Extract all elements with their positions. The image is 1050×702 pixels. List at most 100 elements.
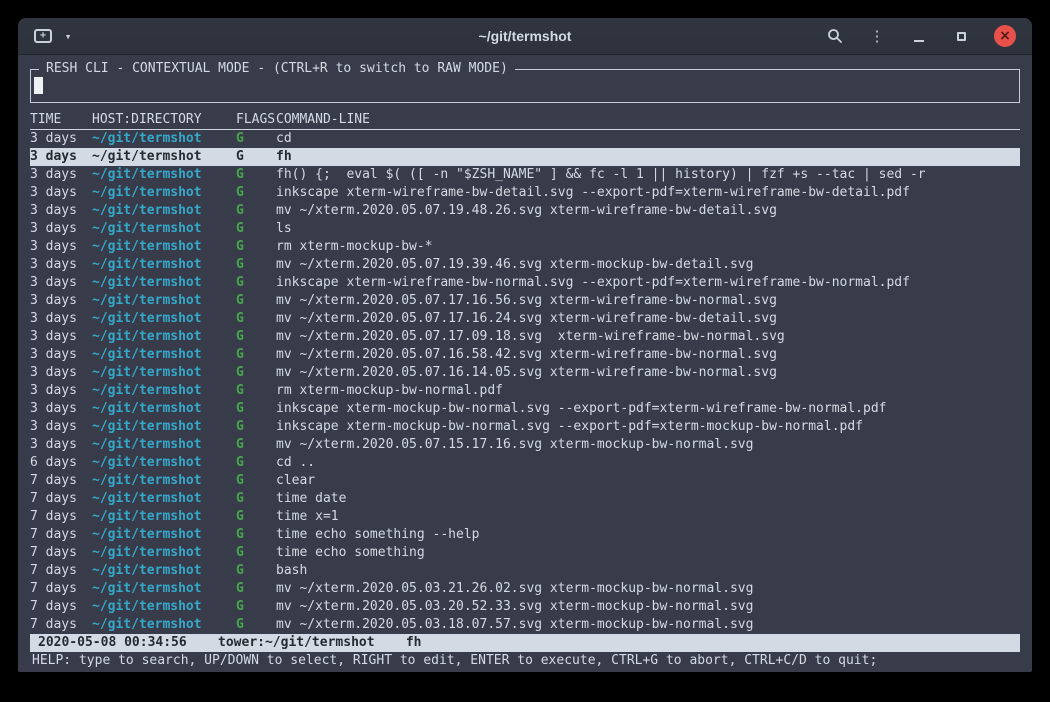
row-host: ~/git/termshot — [92, 148, 236, 166]
search-button[interactable] — [826, 25, 844, 47]
row-command: mv ~/xterm.2020.05.07.19.48.26.svg xterm… — [276, 202, 1020, 220]
row-time: 7 days — [30, 544, 92, 562]
row-flags: G — [236, 256, 276, 274]
row-host: ~/git/termshot — [92, 490, 236, 508]
history-row[interactable]: 3 days~/git/termshotGinkscape xterm-mock… — [30, 418, 1020, 436]
row-host: ~/git/termshot — [92, 166, 236, 184]
history-row[interactable]: 3 days~/git/termshotGls — [30, 220, 1020, 238]
history-row[interactable]: 3 days~/git/termshotGcd — [30, 130, 1020, 148]
row-command: rm xterm-mockup-bw-normal.pdf — [276, 382, 1020, 400]
row-command: rm xterm-mockup-bw-* — [276, 238, 1020, 256]
row-command: inkscape xterm-wireframe-bw-normal.svg -… — [276, 274, 1020, 292]
row-command: time echo something --help — [276, 526, 1020, 544]
titlebar: + ▾ ~/git/termshot ⋮ — [18, 18, 1032, 55]
row-flags: G — [236, 436, 276, 454]
tab-list-dropdown[interactable]: ▾ — [59, 25, 77, 47]
header-time: TIME — [30, 111, 92, 129]
row-host: ~/git/termshot — [92, 436, 236, 454]
row-host: ~/git/termshot — [92, 130, 236, 148]
history-row[interactable]: 3 days~/git/termshotGmv ~/xterm.2020.05.… — [30, 202, 1020, 220]
row-flags: G — [236, 364, 276, 382]
row-command: fh — [276, 148, 1020, 166]
history-row[interactable]: 3 days~/git/termshotGinkscape xterm-wire… — [30, 184, 1020, 202]
history-row[interactable]: 3 days~/git/termshotGfh — [30, 148, 1020, 166]
history-row[interactable]: 7 days~/git/termshotGbash — [30, 562, 1020, 580]
row-flags: G — [236, 490, 276, 508]
history-row[interactable]: 3 days~/git/termshotGrm xterm-mockup-bw-… — [30, 238, 1020, 256]
row-host: ~/git/termshot — [92, 292, 236, 310]
history-row[interactable]: 3 days~/git/termshotGmv ~/xterm.2020.05.… — [30, 310, 1020, 328]
row-host: ~/git/termshot — [92, 310, 236, 328]
history-row[interactable]: 3 days~/git/termshotGrm xterm-mockup-bw-… — [30, 382, 1020, 400]
new-tab-button[interactable]: + — [34, 25, 52, 47]
row-command: ls — [276, 220, 1020, 238]
row-host: ~/git/termshot — [92, 382, 236, 400]
row-host: ~/git/termshot — [92, 454, 236, 472]
row-command: cd .. — [276, 454, 1020, 472]
row-flags: G — [236, 598, 276, 616]
history-row[interactable]: 3 days~/git/termshotGmv ~/xterm.2020.05.… — [30, 256, 1020, 274]
header-flags: FLAGS — [236, 111, 276, 129]
row-time: 7 days — [30, 472, 92, 490]
row-command: inkscape xterm-mockup-bw-normal.svg --ex… — [276, 400, 1020, 418]
row-host: ~/git/termshot — [92, 364, 236, 382]
minimize-button[interactable] — [910, 25, 928, 47]
row-flags: G — [236, 382, 276, 400]
history-row[interactable]: 3 days~/git/termshotGmv ~/xterm.2020.05.… — [30, 328, 1020, 346]
history-rows: 3 days~/git/termshotGcd3 days~/git/terms… — [30, 130, 1020, 634]
row-command: mv ~/xterm.2020.05.03.21.26.02.svg xterm… — [276, 580, 1020, 598]
row-flags: G — [236, 328, 276, 346]
row-time: 3 days — [30, 364, 92, 382]
row-command: mv ~/xterm.2020.05.07.17.09.18.svg xterm… — [276, 328, 1020, 346]
history-row[interactable]: 3 days~/git/termshotGinkscape xterm-wire… — [30, 274, 1020, 292]
close-icon: × — [999, 29, 1011, 43]
search-box-title: RESH CLI - CONTEXTUAL MODE - (CTRL+R to … — [39, 60, 515, 78]
history-row[interactable]: 3 days~/git/termshotGmv ~/xterm.2020.05.… — [30, 364, 1020, 382]
history-row[interactable]: 7 days~/git/termshotGtime x=1 — [30, 508, 1020, 526]
row-time: 3 days — [30, 418, 92, 436]
kebab-menu-icon: ⋮ — [870, 29, 885, 44]
row-flags: G — [236, 418, 276, 436]
row-flags: G — [236, 184, 276, 202]
history-row[interactable]: 6 days~/git/termshotGcd .. — [30, 454, 1020, 472]
row-flags: G — [236, 220, 276, 238]
history-row[interactable]: 7 days~/git/termshotGtime echo something — [30, 544, 1020, 562]
history-row[interactable]: 3 days~/git/termshotGmv ~/xterm.2020.05.… — [30, 292, 1020, 310]
row-host: ~/git/termshot — [92, 472, 236, 490]
search-box[interactable]: RESH CLI - CONTEXTUAL MODE - (CTRL+R to … — [30, 69, 1020, 103]
row-flags: G — [236, 472, 276, 490]
row-flags: G — [236, 130, 276, 148]
history-row[interactable]: 7 days~/git/termshotGtime date — [30, 490, 1020, 508]
row-time: 3 days — [30, 436, 92, 454]
row-host: ~/git/termshot — [92, 256, 236, 274]
row-host: ~/git/termshot — [92, 202, 236, 220]
restore-button[interactable] — [952, 25, 970, 47]
row-host: ~/git/termshot — [92, 328, 236, 346]
row-command: mv ~/xterm.2020.05.07.16.58.42.svg xterm… — [276, 346, 1020, 364]
history-row[interactable]: 3 days~/git/termshotGmv ~/xterm.2020.05.… — [30, 436, 1020, 454]
row-host: ~/git/termshot — [92, 238, 236, 256]
row-time: 3 days — [30, 148, 92, 166]
row-host: ~/git/termshot — [92, 184, 236, 202]
close-button[interactable]: × — [994, 25, 1016, 47]
history-row[interactable]: 7 days~/git/termshotGmv ~/xterm.2020.05.… — [30, 616, 1020, 634]
row-host: ~/git/termshot — [92, 616, 236, 634]
row-time: 3 days — [30, 346, 92, 364]
history-row[interactable]: 7 days~/git/termshotGmv ~/xterm.2020.05.… — [30, 598, 1020, 616]
menu-button[interactable]: ⋮ — [868, 25, 886, 47]
history-row[interactable]: 7 days~/git/termshotGclear — [30, 472, 1020, 490]
row-time: 7 days — [30, 598, 92, 616]
row-time: 7 days — [30, 508, 92, 526]
row-flags: G — [236, 616, 276, 634]
history-row[interactable]: 3 days~/git/termshotGmv ~/xterm.2020.05.… — [30, 346, 1020, 364]
row-flags: G — [236, 346, 276, 364]
row-time: 3 days — [30, 130, 92, 148]
history-row[interactable]: 3 days~/git/termshotGfh() {; eval $( ([ … — [30, 166, 1020, 184]
history-row[interactable]: 3 days~/git/termshotGinkscape xterm-mock… — [30, 400, 1020, 418]
row-command: mv ~/xterm.2020.05.03.18.07.57.svg xterm… — [276, 616, 1020, 634]
history-row[interactable]: 7 days~/git/termshotGmv ~/xterm.2020.05.… — [30, 580, 1020, 598]
row-host: ~/git/termshot — [92, 220, 236, 238]
row-time: 3 days — [30, 328, 92, 346]
history-row[interactable]: 7 days~/git/termshotGtime echo something… — [30, 526, 1020, 544]
row-command: mv ~/xterm.2020.05.07.16.14.05.svg xterm… — [276, 364, 1020, 382]
